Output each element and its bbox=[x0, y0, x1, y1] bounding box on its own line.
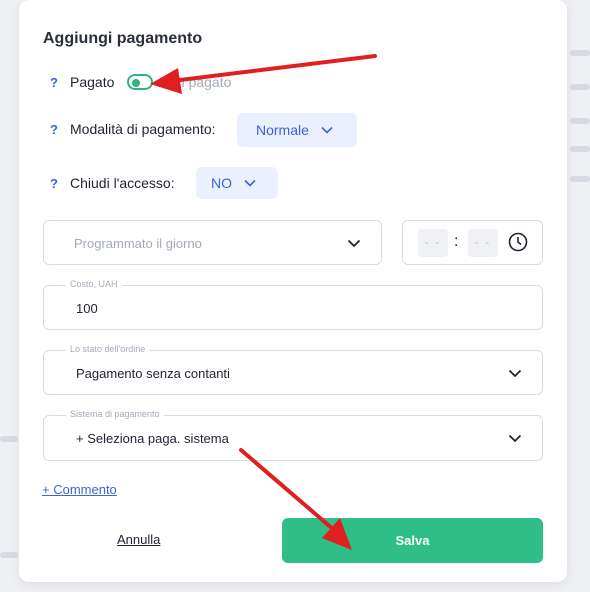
time-picker: - - : - - bbox=[402, 220, 543, 265]
not-paid-label: Non pagato bbox=[159, 74, 232, 90]
payment-mode-select[interactable]: Normale bbox=[237, 113, 357, 147]
cost-value: 100 bbox=[76, 301, 98, 316]
background-fragment bbox=[570, 50, 590, 56]
payment-system-value: + Seleziona paga. sistema bbox=[76, 431, 229, 446]
order-status-legend: Lo stato dell'ordine bbox=[66, 344, 150, 354]
chevron-down-icon bbox=[244, 179, 256, 187]
chevron-down-icon bbox=[508, 369, 522, 378]
paid-label: Pagato bbox=[70, 74, 115, 90]
clock-icon[interactable] bbox=[508, 232, 528, 252]
scheduled-placeholder: Programmato il giorno bbox=[74, 236, 202, 251]
modal-title: Aggiungi pagamento bbox=[43, 30, 203, 47]
minutes-input[interactable]: - - bbox=[468, 229, 498, 257]
hours-input[interactable]: - - bbox=[418, 229, 448, 257]
add-comment-link[interactable]: + Commento bbox=[42, 482, 117, 497]
cost-legend: Costo, UAH bbox=[66, 279, 122, 289]
toggle-knob bbox=[132, 79, 140, 87]
close-access-value: NO bbox=[211, 175, 232, 191]
payment-mode-value: Normale bbox=[256, 122, 309, 138]
close-access-select[interactable]: NO bbox=[196, 167, 278, 199]
help-icon[interactable]: ? bbox=[50, 75, 58, 90]
time-separator: : bbox=[454, 233, 459, 250]
chevron-down-icon bbox=[508, 434, 522, 443]
save-button[interactable]: Salva bbox=[282, 518, 543, 563]
background-fragment bbox=[570, 176, 590, 182]
order-status-select[interactable]: Lo stato dell'ordine Pagamento senza con… bbox=[43, 344, 543, 395]
background-fragment bbox=[570, 146, 590, 152]
chevron-down-icon bbox=[347, 239, 361, 248]
order-status-value: Pagamento senza contanti bbox=[76, 366, 230, 381]
add-payment-modal: Aggiungi pagamento ? Pagato Non pagato ?… bbox=[19, 0, 567, 582]
help-icon[interactable]: ? bbox=[50, 122, 58, 137]
help-icon[interactable]: ? bbox=[50, 176, 58, 191]
cost-field[interactable]: Costo, UAH 100 bbox=[43, 279, 543, 330]
background-fragment bbox=[570, 118, 590, 124]
scheduled-date-select[interactable]: Programmato il giorno bbox=[43, 220, 382, 265]
background-fragment bbox=[0, 436, 18, 442]
payment-system-select[interactable]: Sistema di pagamento + Seleziona paga. s… bbox=[43, 409, 543, 461]
background-fragment bbox=[0, 552, 18, 558]
paid-toggle[interactable] bbox=[127, 74, 153, 90]
chevron-down-icon bbox=[321, 126, 333, 134]
payment-mode-label: Modalità di pagamento: bbox=[70, 121, 216, 137]
cancel-button[interactable]: Annulla bbox=[117, 532, 160, 547]
payment-system-legend: Sistema di pagamento bbox=[66, 409, 164, 419]
background-fragment bbox=[570, 84, 590, 90]
close-access-label: Chiudi l'accesso: bbox=[70, 175, 175, 191]
